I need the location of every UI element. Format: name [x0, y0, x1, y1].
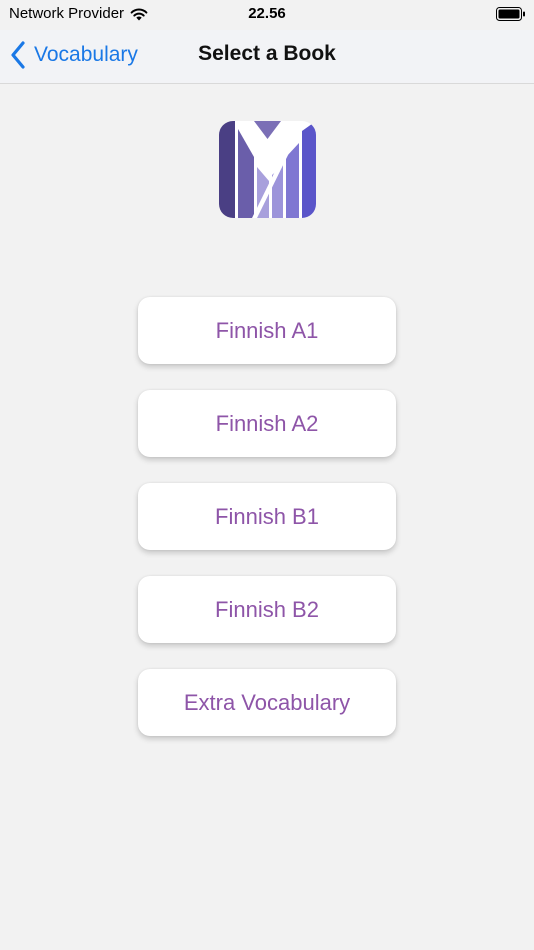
status-bar: Network Provider 22.56	[0, 0, 534, 30]
book-label: Finnish B1	[215, 503, 319, 529]
status-time: 22.56	[248, 5, 286, 22]
book-button-finnish-b1[interactable]: Finnish B1	[138, 483, 396, 550]
book-list: Finnish A1 Finnish A2 Finnish B1 Finnish…	[138, 297, 396, 762]
book-button-extra-vocabulary[interactable]: Extra Vocabulary	[138, 669, 396, 736]
book-button-finnish-a1[interactable]: Finnish A1	[138, 297, 396, 364]
navigation-bar: Vocabulary Select a Book	[0, 30, 534, 84]
book-button-finnish-a2[interactable]: Finnish A2	[138, 390, 396, 457]
book-label: Finnish A2	[215, 410, 319, 436]
app-logo-icon	[219, 121, 316, 218]
book-label: Extra Vocabulary	[183, 689, 351, 715]
battery-icon	[496, 7, 525, 21]
book-button-finnish-b2[interactable]: Finnish B2	[138, 576, 396, 643]
book-label: Finnish A1	[215, 317, 319, 343]
page-title: Select a Book	[198, 42, 336, 65]
book-label: Finnish B2	[215, 596, 319, 622]
